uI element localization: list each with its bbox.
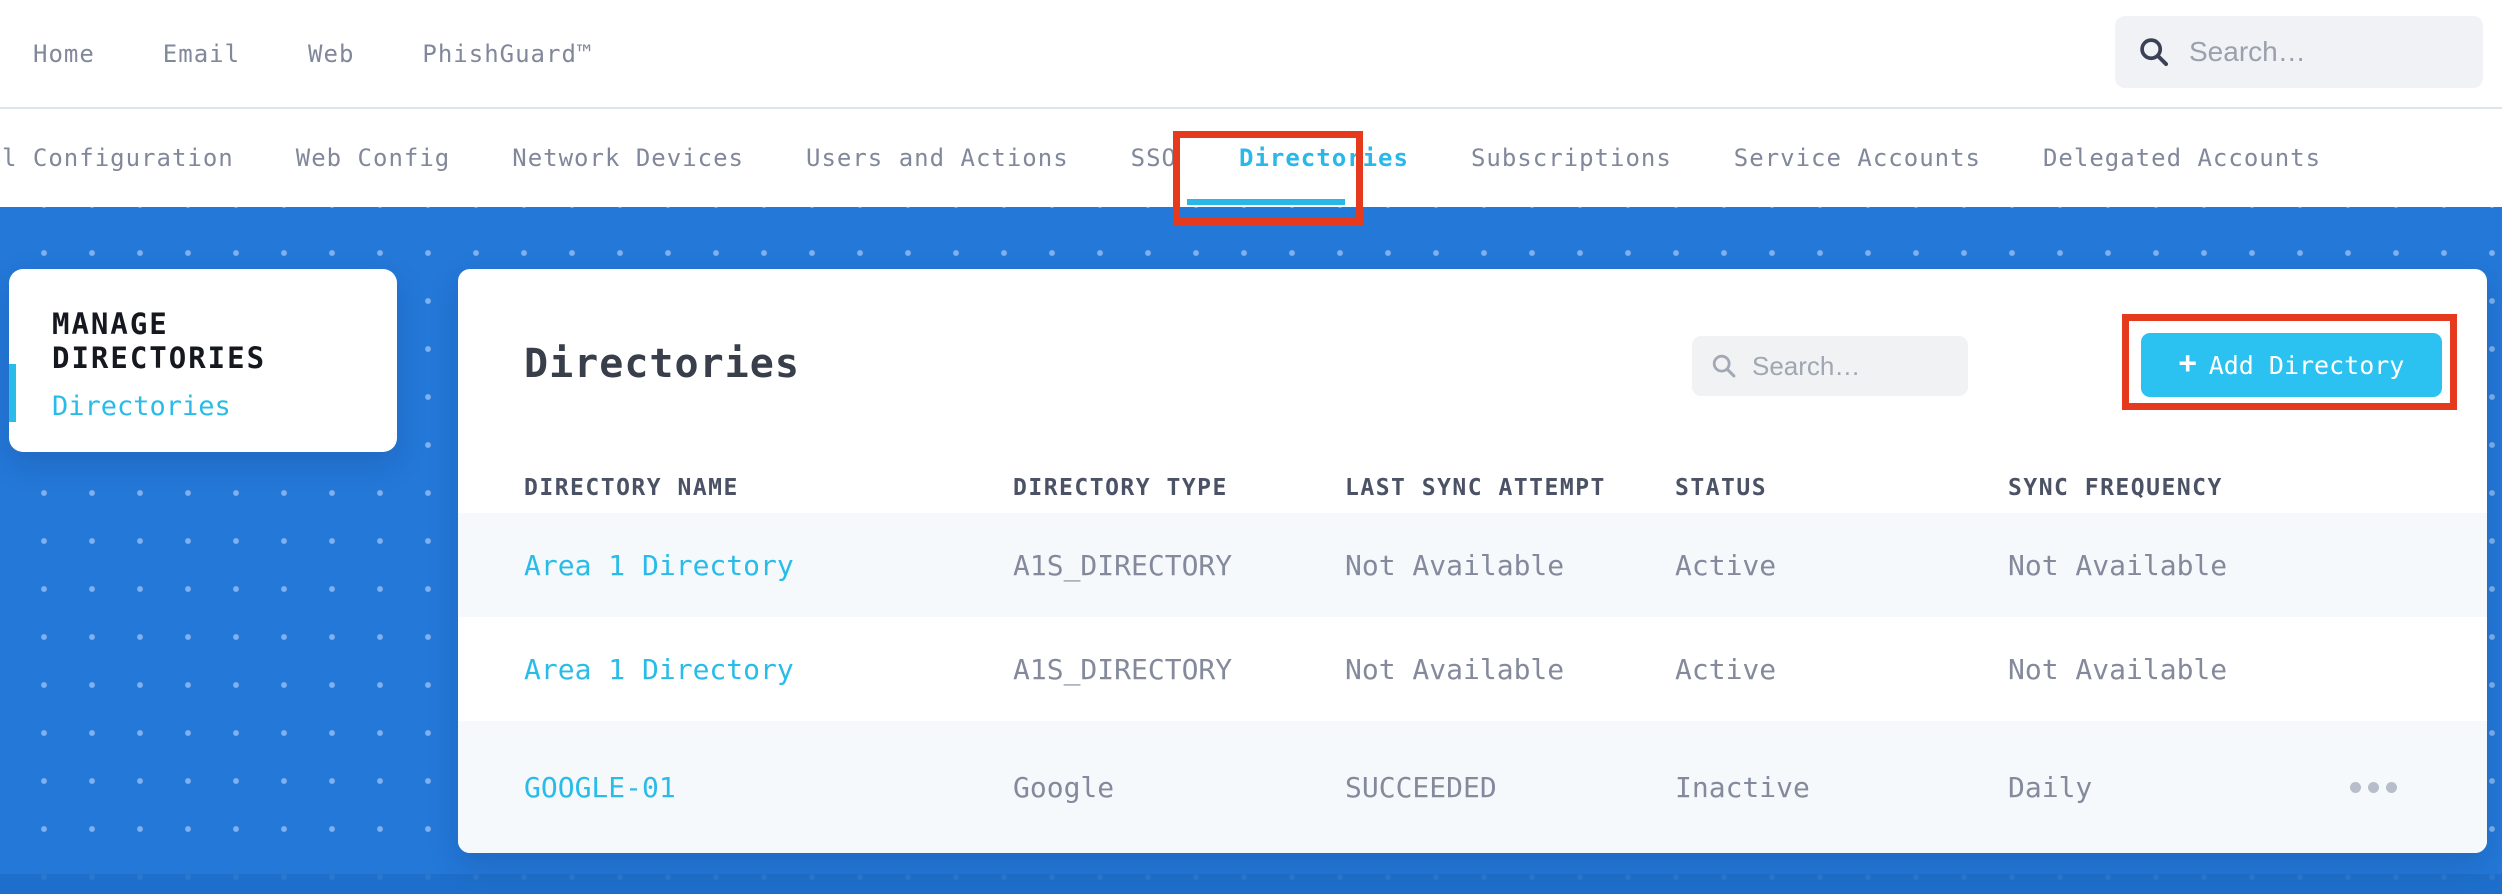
annotation-box-add-directory bbox=[2122, 314, 2457, 410]
cell-last-sync-attempt: Not Available bbox=[1345, 652, 1565, 686]
tab-users-and-actions[interactable]: Users and Actions bbox=[806, 144, 1069, 172]
manage-directories-panel: MANAGE DIRECTORIES Directories bbox=[9, 269, 397, 452]
column-header-directory-name: DIRECTORY NAME bbox=[524, 475, 739, 501]
cell-sync-frequency: Not Available bbox=[2008, 548, 2228, 582]
table-search-box[interactable] bbox=[1692, 336, 1968, 396]
page-title: Directories bbox=[524, 341, 800, 387]
annotation-box-directories-tab bbox=[1173, 131, 1363, 225]
top-nav-item-web[interactable]: Web bbox=[308, 40, 354, 68]
cell-directory-type: A1S_DIRECTORY bbox=[1013, 548, 1233, 582]
cell-last-sync-attempt: SUCCEEDED bbox=[1345, 770, 1497, 804]
cell-sync-frequency: Daily bbox=[2008, 770, 2093, 804]
top-nav-item-email[interactable]: Email bbox=[163, 40, 240, 68]
panel-title: MANAGE DIRECTORIES bbox=[52, 307, 267, 375]
cell-directory-type: A1S_DIRECTORY bbox=[1013, 652, 1233, 686]
tab-delegated-accounts[interactable]: Delegated Accounts bbox=[2043, 144, 2321, 172]
top-nav: Home Email Web PhishGuard™ bbox=[33, 0, 592, 108]
table-search-input[interactable] bbox=[1752, 350, 1942, 382]
sidebar-item-directories[interactable]: Directories bbox=[52, 391, 231, 422]
tab-web-config[interactable]: Web Config bbox=[296, 144, 451, 172]
cell-status: Active bbox=[1675, 652, 1777, 686]
tab-l-configuration[interactable]: l Configuration bbox=[2, 144, 234, 172]
tab-network-devices[interactable]: Network Devices bbox=[512, 144, 744, 172]
cell-last-sync-attempt: Not Available bbox=[1345, 548, 1565, 582]
top-nav-item-phishguard-[interactable]: PhishGuard™ bbox=[422, 40, 592, 68]
cell-directory-type: Google bbox=[1013, 770, 1115, 804]
column-header-status: STATUS bbox=[1675, 475, 1768, 501]
table-header-row: DIRECTORY NAME DIRECTORY TYPE LAST SYNC AT… bbox=[458, 463, 2487, 513]
search-icon bbox=[2140, 38, 2169, 67]
directory-name-link[interactable]: Area 1 Directory bbox=[524, 653, 1013, 686]
active-item-bar bbox=[9, 364, 16, 422]
cell-status: Active bbox=[1675, 548, 1777, 582]
table-row: Area 1 Directory A1S_DIRECTORY Not Availab… bbox=[458, 513, 2487, 617]
background-bottom-strip bbox=[0, 874, 2502, 894]
tab-sso[interactable]: SSO bbox=[1131, 144, 1177, 172]
column-header-sync-frequency: SYNC FREQUENCY bbox=[2008, 475, 2223, 501]
global-search-input[interactable] bbox=[2189, 36, 2449, 68]
column-header-last-sync-attempt: LAST SYNC ATTEMPT bbox=[1345, 475, 1606, 501]
cell-status: Inactive bbox=[1675, 770, 1810, 804]
top-nav-item-home[interactable]: Home bbox=[33, 40, 95, 68]
global-search-box[interactable] bbox=[2115, 16, 2483, 88]
cell-sync-frequency: Not Available bbox=[2008, 652, 2228, 686]
tab-service-accounts[interactable]: Service Accounts bbox=[1734, 144, 1981, 172]
row-actions-menu-icon[interactable] bbox=[2348, 781, 2447, 793]
table-body: Area 1 Directory A1S_DIRECTORY Not Availab… bbox=[458, 513, 2487, 853]
tab-subscriptions[interactable]: Subscriptions bbox=[1471, 144, 1672, 172]
top-bar: Home Email Web PhishGuard™ bbox=[0, 0, 2502, 108]
directory-name-link[interactable]: GOOGLE-01 bbox=[524, 771, 1013, 804]
search-icon bbox=[1712, 354, 1736, 378]
directory-name-link[interactable]: Area 1 Directory bbox=[524, 549, 1013, 582]
table-row: GOOGLE-01 Google SUCCEEDED Inactive Daily bbox=[458, 721, 2487, 853]
table-row: Area 1 Directory A1S_DIRECTORY Not Availab… bbox=[458, 617, 2487, 721]
secondary-nav-items: l Configuration Web Config Network Devices… bbox=[2, 109, 2321, 207]
column-header-directory-type: DIRECTORY TYPE bbox=[1013, 475, 1228, 501]
